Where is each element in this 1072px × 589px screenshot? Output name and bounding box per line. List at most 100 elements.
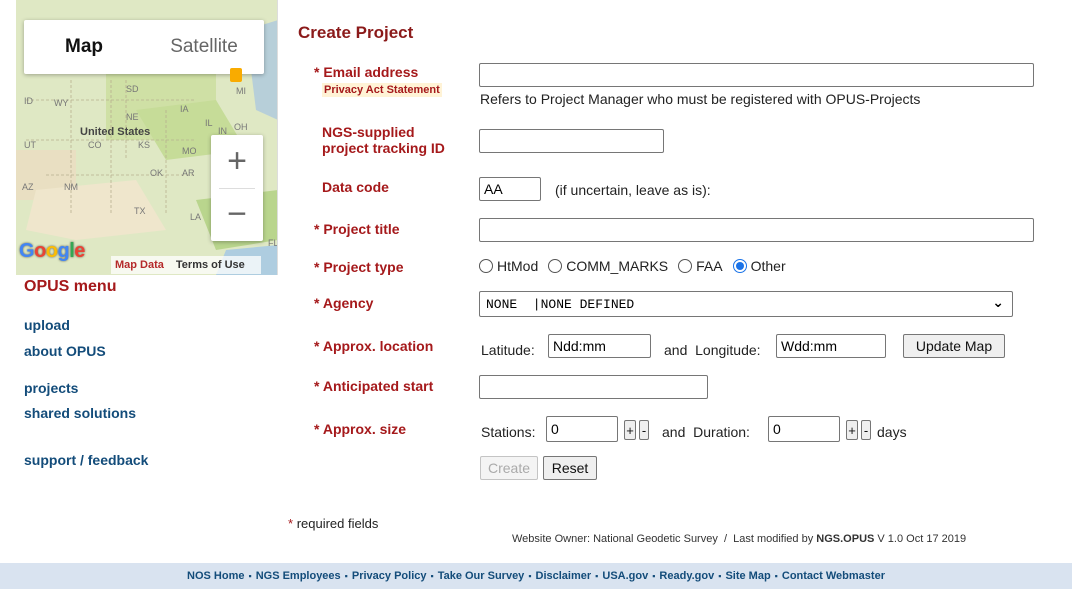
map-label-sd: SD xyxy=(126,84,139,94)
page-title: Create Project xyxy=(298,23,414,42)
map-label-az: AZ xyxy=(22,182,34,192)
radio-htmod[interactable]: HtMod xyxy=(479,258,538,274)
footer-separator: ▪ xyxy=(248,571,252,581)
menu-link-about-opus[interactable]: about OPUS xyxy=(24,343,106,359)
latitude-label: Latitude: xyxy=(481,342,535,358)
footer-separator: ▪ xyxy=(652,571,656,581)
radio-faa[interactable]: FAA xyxy=(678,258,723,274)
footer-link-site-map[interactable]: Site Map xyxy=(725,570,770,582)
stations-label: Stations: xyxy=(481,424,536,440)
footer-link-usa-gov[interactable]: USA.gov xyxy=(602,570,648,582)
map-label-nm: NM xyxy=(64,182,78,192)
radio-button[interactable] xyxy=(479,259,493,273)
email-input[interactable] xyxy=(479,63,1034,87)
project-type-radios: HtMod COMM_MARKS FAA Other xyxy=(479,258,796,274)
map-label-ks: KS xyxy=(138,140,151,150)
map-label-tx: TX xyxy=(134,206,146,216)
footer-bar: NOS Home ▪ NGS Employees ▪ Privacy Polic… xyxy=(0,563,1072,589)
email-help-text: Refers to Project Manager who must be re… xyxy=(480,91,921,107)
data-code-label: Data code xyxy=(322,179,389,195)
anticipated-start-input[interactable] xyxy=(479,375,708,399)
map-label-co: CO xyxy=(88,140,102,150)
privacy-act-link[interactable]: Privacy Act Statement xyxy=(322,83,442,97)
longitude-label: and Longitude: xyxy=(664,342,761,358)
agency-select[interactable]: NONE |NONE DEFINED ⌄ xyxy=(479,291,1013,317)
tracking-id-input[interactable] xyxy=(479,129,664,153)
latitude-input[interactable] xyxy=(548,334,651,358)
menu-title: OPUS menu xyxy=(24,278,117,295)
zoom-control: + − xyxy=(211,135,263,241)
radio-button[interactable] xyxy=(548,259,563,273)
footer-separator: ▪ xyxy=(344,571,348,581)
required-fields-note: * required fields xyxy=(288,516,379,531)
radio-button[interactable] xyxy=(678,259,693,273)
zoom-in-button[interactable]: + xyxy=(211,135,263,188)
zoom-out-button[interactable]: − xyxy=(211,188,263,241)
map-label-ne: NE xyxy=(126,112,139,122)
create-button[interactable]: Create xyxy=(480,456,538,480)
location-map[interactable]: ID WY SD NE IA IL IN OH MI United States… xyxy=(16,0,278,275)
footer-link-ngs-employees[interactable]: NGS Employees xyxy=(256,570,341,582)
map-data-link[interactable]: Map Data xyxy=(115,259,164,271)
map-label-ut: UT xyxy=(24,140,36,150)
footer-separator: ▪ xyxy=(718,571,722,581)
data-code-help: (if uncertain, leave as is): xyxy=(555,182,711,198)
menu-link-projects[interactable]: projects xyxy=(24,380,78,396)
map-label-ia: IA xyxy=(180,104,189,114)
agency-label: * Agency xyxy=(314,295,374,311)
map-label-united-states: United States xyxy=(80,126,151,138)
footer-link-nos-home[interactable]: NOS Home xyxy=(187,570,244,582)
zoom-divider xyxy=(219,188,255,189)
duration-plus-button[interactable]: + xyxy=(846,420,858,440)
pegman-icon[interactable] xyxy=(230,68,242,82)
google-logo: Google xyxy=(19,240,85,262)
footer-link-take-our-survey[interactable]: Take Our Survey xyxy=(438,570,525,582)
radio-other[interactable]: Other xyxy=(732,258,786,274)
project-title-label: * Project title xyxy=(314,221,400,237)
stations-input[interactable] xyxy=(546,416,618,442)
email-label: * Email address xyxy=(314,64,419,80)
menu-link-shared-solutions[interactable]: shared solutions xyxy=(24,405,136,421)
duration-input[interactable] xyxy=(768,416,840,442)
project-title-input[interactable] xyxy=(479,218,1034,242)
radio-comm-marks[interactable]: COMM_MARKS xyxy=(548,258,668,274)
menu-link-upload[interactable]: upload xyxy=(24,317,70,333)
footer-link-contact-webmaster[interactable]: Contact Webmaster xyxy=(782,570,885,582)
map-tab[interactable]: Map xyxy=(24,20,144,74)
longitude-input[interactable] xyxy=(776,334,886,358)
reset-button[interactable]: Reset xyxy=(543,456,597,480)
location-label: * Approx. location xyxy=(314,338,434,354)
map-label-la: LA xyxy=(190,212,202,222)
footer-link-ready-gov[interactable]: Ready.gov xyxy=(659,570,714,582)
terms-of-use-link[interactable]: Terms of Use xyxy=(176,259,245,271)
stations-minus-button[interactable]: - xyxy=(639,420,649,440)
footer-link-disclaimer[interactable]: Disclaimer xyxy=(536,570,592,582)
map-label-ar: AR xyxy=(182,168,195,178)
update-map-button[interactable]: Update Map xyxy=(903,334,1005,358)
footer-separator: ▪ xyxy=(595,571,599,581)
footer-separator: ▪ xyxy=(774,571,778,581)
map-label-id: ID xyxy=(24,96,33,106)
data-code-input[interactable] xyxy=(479,177,541,201)
map-label-wy: WY xyxy=(54,98,69,108)
agency-selected-value: NONE |NONE DEFINED xyxy=(486,296,635,312)
map-label-il: IL xyxy=(205,118,213,128)
stations-plus-button[interactable]: + xyxy=(624,420,636,440)
project-type-label: * Project type xyxy=(314,259,404,275)
footer-link-privacy-policy[interactable]: Privacy Policy xyxy=(352,570,427,582)
map-label-oh: OH xyxy=(234,122,248,132)
map-label-mi: MI xyxy=(236,86,246,96)
map-type-control: Map Satellite xyxy=(24,20,264,74)
map-label-fl: FL xyxy=(268,238,278,248)
footer-separator: ▪ xyxy=(528,571,532,581)
menu-link-support-feedback[interactable]: support / feedback xyxy=(24,452,148,468)
duration-minus-button[interactable]: - xyxy=(861,420,871,440)
map-label-ok: OK xyxy=(150,168,164,178)
tracking-id-label: NGS-supplied project tracking ID xyxy=(322,124,445,156)
radio-button-selected[interactable] xyxy=(732,259,747,273)
anticipated-start-label: * Anticipated start xyxy=(314,378,434,394)
footer-separator: ▪ xyxy=(430,571,434,581)
satellite-tab[interactable]: Satellite xyxy=(144,20,264,74)
duration-label: and Duration: xyxy=(662,424,750,440)
map-attribution: Map Data Terms of Use xyxy=(111,256,261,274)
